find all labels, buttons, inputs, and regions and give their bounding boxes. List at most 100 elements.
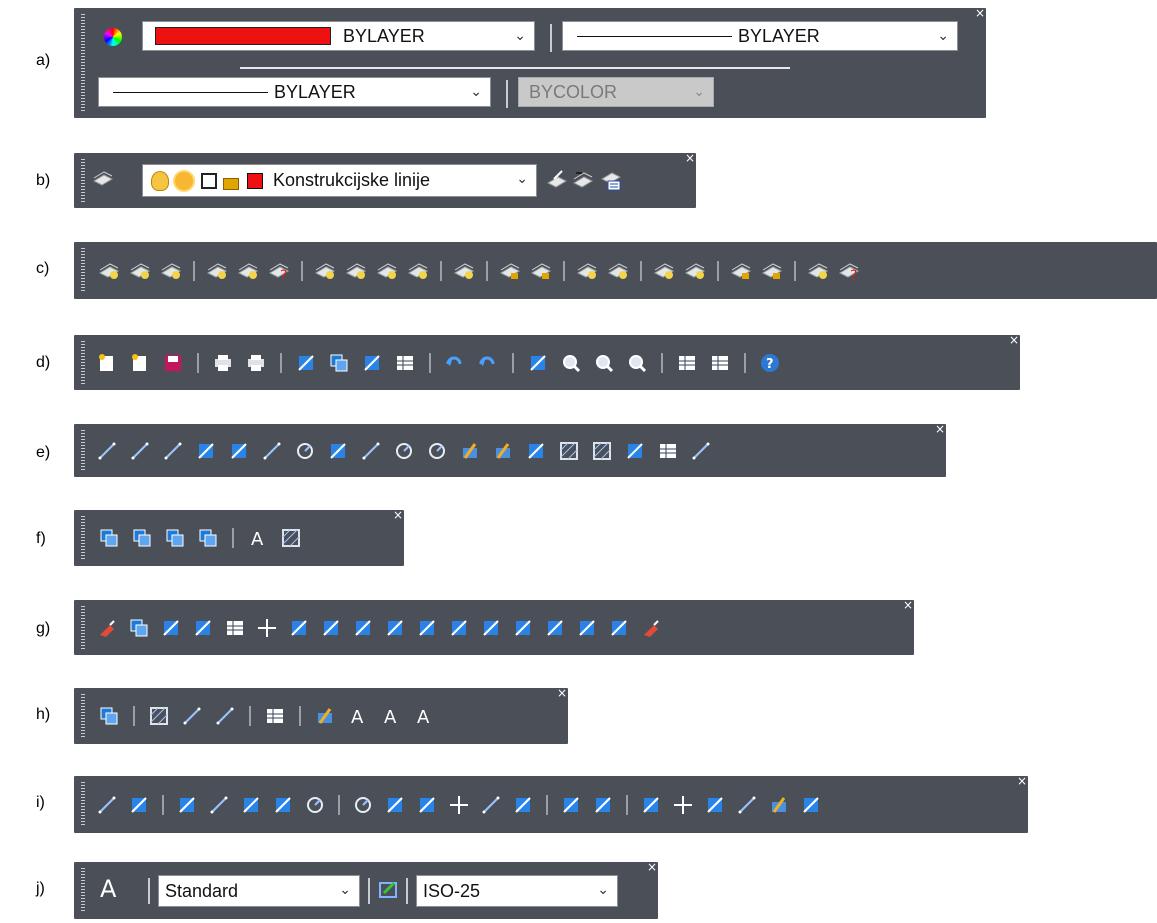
rectangle-icon[interactable] xyxy=(228,440,250,462)
layer-isolate-icon[interactable] xyxy=(314,260,336,282)
copy-object-icon[interactable] xyxy=(128,617,150,639)
zoom-window-icon[interactable] xyxy=(593,352,615,374)
layer-check-icon[interactable] xyxy=(237,260,259,282)
toolbar-grip[interactable] xyxy=(81,14,85,112)
make-object-layer-current-icon[interactable] xyxy=(546,169,568,191)
chamfer-icon[interactable] xyxy=(544,617,566,639)
layer-combo[interactable]: Konstrukcijske linije ⌄ xyxy=(142,164,537,197)
jogged-dim-icon[interactable] xyxy=(272,794,294,816)
pan-icon[interactable] xyxy=(527,352,549,374)
layer-on-all-icon[interactable] xyxy=(607,260,629,282)
ellipse-arc-icon[interactable] xyxy=(426,440,448,462)
draworder-icon[interactable] xyxy=(98,705,120,727)
line-icon[interactable] xyxy=(96,440,118,462)
ellipse-icon[interactable] xyxy=(393,440,415,462)
layer-translate-icon[interactable] xyxy=(807,260,829,282)
close-icon[interactable]: × xyxy=(1009,334,1019,346)
dim-break-icon[interactable] xyxy=(592,794,614,816)
toolbar-grip[interactable] xyxy=(81,782,85,827)
layer-freeze-icon[interactable] xyxy=(376,260,398,282)
gradient-icon[interactable] xyxy=(591,440,613,462)
layer-unisolate-icon[interactable] xyxy=(345,260,367,282)
send-under-icon[interactable] xyxy=(197,527,219,549)
close-icon[interactable]: × xyxy=(557,687,567,699)
layer-previous-icon[interactable] xyxy=(129,260,151,282)
construction-line-icon[interactable] xyxy=(129,440,151,462)
layer-properties-icon[interactable] xyxy=(92,169,114,191)
center-mark-2-icon[interactable] xyxy=(672,794,694,816)
dim-edit-icon[interactable] xyxy=(768,794,790,816)
break-icon[interactable] xyxy=(480,617,502,639)
toolbar-grip[interactable] xyxy=(81,606,85,649)
close-icon[interactable]: × xyxy=(647,861,657,873)
tolerance-icon[interactable] xyxy=(640,794,662,816)
sheet-set-icon[interactable] xyxy=(676,352,698,374)
revision-cloud-icon[interactable] xyxy=(327,440,349,462)
redo-icon[interactable] xyxy=(477,352,499,374)
block-attribute-icon[interactable]: A xyxy=(413,705,435,727)
angle-dim-icon[interactable] xyxy=(384,794,406,816)
copy-icon[interactable] xyxy=(328,352,350,374)
dim-update-icon[interactable] xyxy=(800,794,822,816)
join-icon[interactable] xyxy=(512,617,534,639)
toolbar-grip[interactable] xyxy=(81,248,85,293)
inspect-icon[interactable] xyxy=(704,794,726,816)
edit-attribute-icon[interactable]: A xyxy=(347,705,369,727)
new-icon[interactable] xyxy=(96,352,118,374)
insert-block-icon[interactable] xyxy=(459,440,481,462)
table-icon[interactable] xyxy=(657,440,679,462)
print-icon[interactable] xyxy=(212,352,234,374)
linear-dim-icon[interactable] xyxy=(96,794,118,816)
text-to-front-icon[interactable]: A xyxy=(247,527,269,549)
scale-icon[interactable] xyxy=(320,617,342,639)
continue-dim-icon[interactable] xyxy=(512,794,534,816)
make-block-icon[interactable] xyxy=(492,440,514,462)
layer-previous-icon[interactable] xyxy=(572,169,594,191)
open-icon[interactable] xyxy=(129,352,151,374)
layer-unlock-icon[interactable] xyxy=(530,260,552,282)
spline-icon[interactable] xyxy=(360,440,382,462)
close-icon[interactable]: × xyxy=(393,509,403,521)
close-icon[interactable]: × xyxy=(685,152,695,164)
radius-dim-icon[interactable] xyxy=(304,794,326,816)
trim-icon[interactable] xyxy=(384,617,406,639)
attribute-manager-icon[interactable]: A xyxy=(380,705,402,727)
blend-icon[interactable] xyxy=(608,617,630,639)
edit-spline-icon[interactable] xyxy=(214,705,236,727)
center-mark-icon[interactable] xyxy=(448,794,470,816)
zoom-previous-icon[interactable] xyxy=(626,352,648,374)
block-editor-icon[interactable] xyxy=(314,705,336,727)
toolbar-grip[interactable] xyxy=(81,694,85,738)
dim-style-combo[interactable]: ISO-25 ⌄ xyxy=(416,875,618,907)
aligned-dim-icon[interactable] xyxy=(128,794,150,816)
arc-icon[interactable] xyxy=(261,440,283,462)
fillet-icon[interactable] xyxy=(576,617,598,639)
text-style-combo[interactable]: Standard ⌄ xyxy=(158,875,360,907)
undo-icon[interactable] xyxy=(444,352,466,374)
layer-unlock-all-icon[interactable] xyxy=(761,260,783,282)
diameter-dim-icon[interactable] xyxy=(352,794,374,816)
close-icon[interactable]: × xyxy=(1017,775,1027,787)
hatch-to-back-icon[interactable] xyxy=(280,527,302,549)
layer-delete-icon[interactable]: ? xyxy=(268,260,290,282)
stretch-icon[interactable] xyxy=(352,617,374,639)
bring-above-icon[interactable] xyxy=(164,527,186,549)
polyline-icon[interactable] xyxy=(162,440,184,462)
close-icon[interactable]: × xyxy=(903,599,913,611)
explode-icon[interactable] xyxy=(640,617,662,639)
zoom-realtime-icon[interactable] xyxy=(560,352,582,374)
layer-lock-fade-icon[interactable] xyxy=(730,260,752,282)
move-icon[interactable] xyxy=(256,617,278,639)
polygon-icon[interactable] xyxy=(195,440,217,462)
dim-space-icon[interactable] xyxy=(560,794,582,816)
offset-icon[interactable] xyxy=(192,617,214,639)
quick-dim-icon[interactable] xyxy=(416,794,438,816)
region-icon[interactable] xyxy=(624,440,646,462)
mirror-icon[interactable] xyxy=(160,617,182,639)
color-combo[interactable]: BYLAYER ⌄ xyxy=(142,21,535,51)
layer-match-icon[interactable] xyxy=(98,260,120,282)
toolbar-grip[interactable] xyxy=(81,341,85,384)
plot-preview-icon[interactable] xyxy=(245,352,267,374)
close-icon[interactable]: × xyxy=(935,423,945,435)
layer-walk-icon[interactable] xyxy=(160,260,182,282)
